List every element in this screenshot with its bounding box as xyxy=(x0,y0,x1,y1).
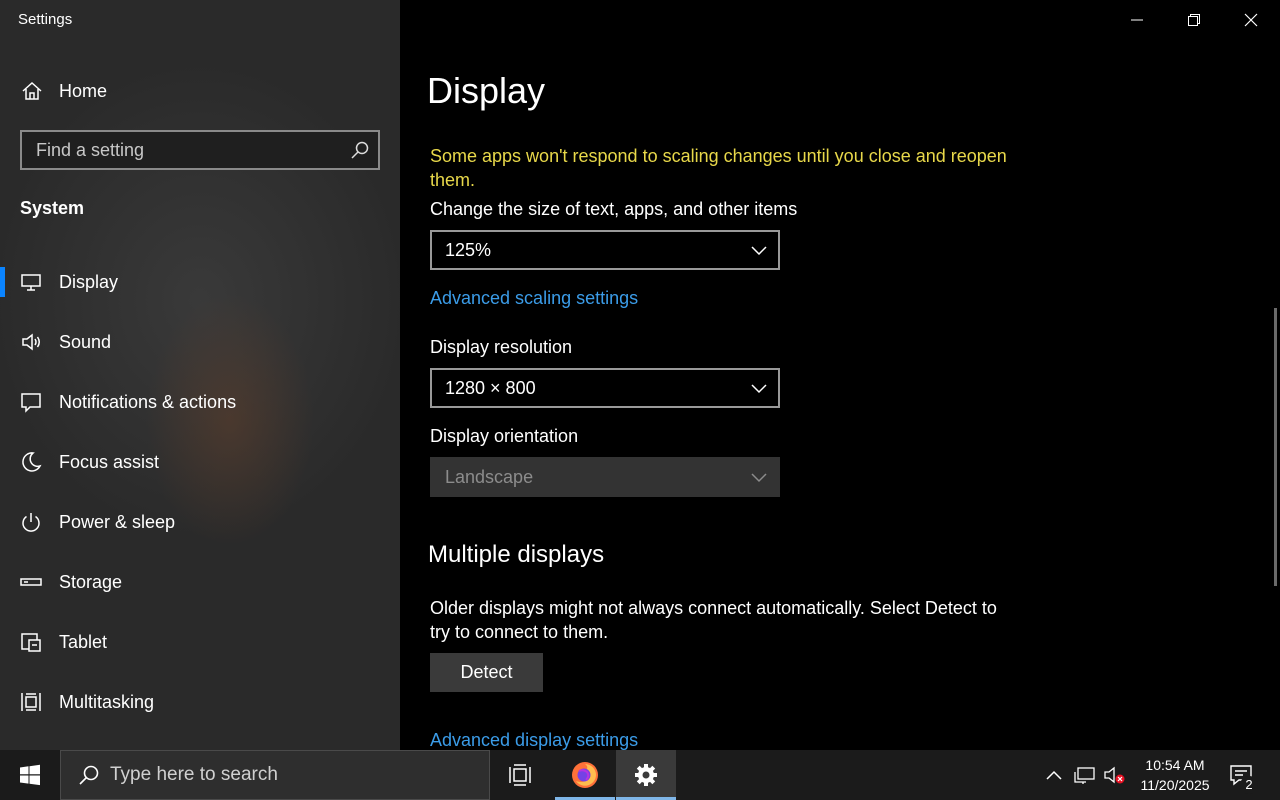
detect-button[interactable]: Detect xyxy=(430,653,543,692)
settings-gear-icon xyxy=(635,764,657,786)
show-hidden-icons-button[interactable] xyxy=(1042,750,1066,800)
window-title: Settings xyxy=(18,11,73,28)
windows-logo-icon xyxy=(20,764,40,786)
scale-value: 125% xyxy=(445,239,492,260)
minimize-button[interactable] xyxy=(1108,0,1166,40)
multiple-displays-heading: Multiple displays xyxy=(428,541,605,568)
scale-label: Change the size of text, apps, and other… xyxy=(430,199,798,219)
sidebar-item-home[interactable]: Home xyxy=(0,68,400,114)
firefox-icon xyxy=(572,762,598,788)
sidebar-item-power-sleep[interactable]: Power & sleep xyxy=(0,496,400,548)
clock-time: 10:54 AM xyxy=(1145,757,1205,773)
speaker-icon xyxy=(20,331,42,353)
volume-muted-icon xyxy=(1104,766,1125,784)
taskbar: Type here to search 10:54 AM 11/20/2025 … xyxy=(0,750,1280,800)
network-icon xyxy=(1074,767,1095,784)
sidebar-item-label: Display xyxy=(59,271,119,292)
message-icon xyxy=(20,391,42,413)
multitasking-icon xyxy=(20,691,42,713)
volume-tray-button[interactable] xyxy=(1102,750,1128,800)
sidebar-item-sound[interactable]: Sound xyxy=(0,316,400,368)
settings-taskbar-button[interactable] xyxy=(616,750,676,800)
sidebar-item-label: Tablet xyxy=(59,631,108,652)
chevron-down-icon xyxy=(751,246,767,256)
notification-count-badge: 2 xyxy=(1240,776,1258,794)
taskbar-clock[interactable]: 10:54 AM 11/20/2025 xyxy=(1130,755,1220,795)
sidebar-item-label: Focus assist xyxy=(59,451,160,472)
monitor-icon xyxy=(20,271,42,293)
sidebar-item-focus-assist[interactable]: Focus assist xyxy=(0,436,400,488)
firefox-taskbar-button[interactable] xyxy=(555,750,615,800)
network-tray-button[interactable] xyxy=(1072,750,1098,800)
resolution-dropdown[interactable]: 1280 × 800 xyxy=(430,368,780,408)
sidebar-item-label: Sound xyxy=(59,331,112,352)
sidebar-item-label: Power & sleep xyxy=(59,511,176,532)
search-icon[interactable] xyxy=(350,140,370,160)
start-button[interactable] xyxy=(0,750,60,800)
restore-icon xyxy=(1188,14,1200,26)
resolution-label: Display resolution xyxy=(430,337,573,357)
drive-icon xyxy=(20,571,42,593)
sidebar-item-label: Notifications & actions xyxy=(59,391,237,412)
advanced-scaling-link[interactable]: Advanced scaling settings xyxy=(430,288,638,309)
minimize-icon xyxy=(1131,19,1143,21)
orientation-value: Landscape xyxy=(445,466,534,487)
chevron-up-icon xyxy=(1046,770,1062,780)
task-view-button[interactable] xyxy=(490,750,550,800)
clock-date: 11/20/2025 xyxy=(1140,777,1210,793)
multiple-displays-text: Older displays might not always connect … xyxy=(430,598,997,642)
advanced-display-link[interactable]: Advanced display settings xyxy=(430,730,638,750)
orientation-dropdown: Landscape xyxy=(430,457,780,497)
sidebar-item-notifications[interactable]: Notifications & actions xyxy=(0,376,400,428)
task-view-icon xyxy=(509,764,531,786)
scale-dropdown[interactable]: 125% xyxy=(430,230,780,270)
sidebar-item-tablet[interactable]: Tablet xyxy=(0,616,400,668)
find-setting-input[interactable] xyxy=(22,132,342,168)
sidebar-item-label: Home xyxy=(59,80,108,101)
sidebar-item-display[interactable]: Display xyxy=(0,256,400,308)
orientation-label: Display orientation xyxy=(430,426,579,446)
settings-sidebar: Settings Home System Display Sound Notif… xyxy=(0,0,400,750)
close-button[interactable] xyxy=(1222,0,1280,40)
tablet-icon xyxy=(20,631,42,653)
home-icon xyxy=(21,80,43,102)
scaling-warning: Some apps won't respond to scaling chang… xyxy=(430,146,1007,190)
sidebar-section-title: System xyxy=(20,198,85,218)
sidebar-item-label: Multitasking xyxy=(59,691,155,712)
chevron-down-icon xyxy=(751,473,767,483)
taskbar-search-placeholder: Type here to search xyxy=(110,764,278,785)
sidebar-item-label: Storage xyxy=(59,571,123,592)
resolution-value: 1280 × 800 xyxy=(445,377,536,398)
sidebar-item-multitasking[interactable]: Multitasking xyxy=(0,676,400,728)
moon-icon xyxy=(20,451,42,473)
close-icon xyxy=(1244,13,1258,27)
scrollbar-thumb[interactable] xyxy=(1274,308,1277,586)
find-setting-search xyxy=(20,130,380,170)
restore-button[interactable] xyxy=(1165,0,1223,40)
chevron-down-icon xyxy=(751,384,767,394)
page-title: Display xyxy=(427,70,546,111)
search-icon xyxy=(79,765,99,785)
display-settings-panel: Display Some apps won't respond to scali… xyxy=(400,0,1280,750)
sidebar-item-storage[interactable]: Storage xyxy=(0,556,400,608)
taskbar-search-box[interactable]: Type here to search xyxy=(60,750,490,800)
power-icon xyxy=(20,511,42,533)
